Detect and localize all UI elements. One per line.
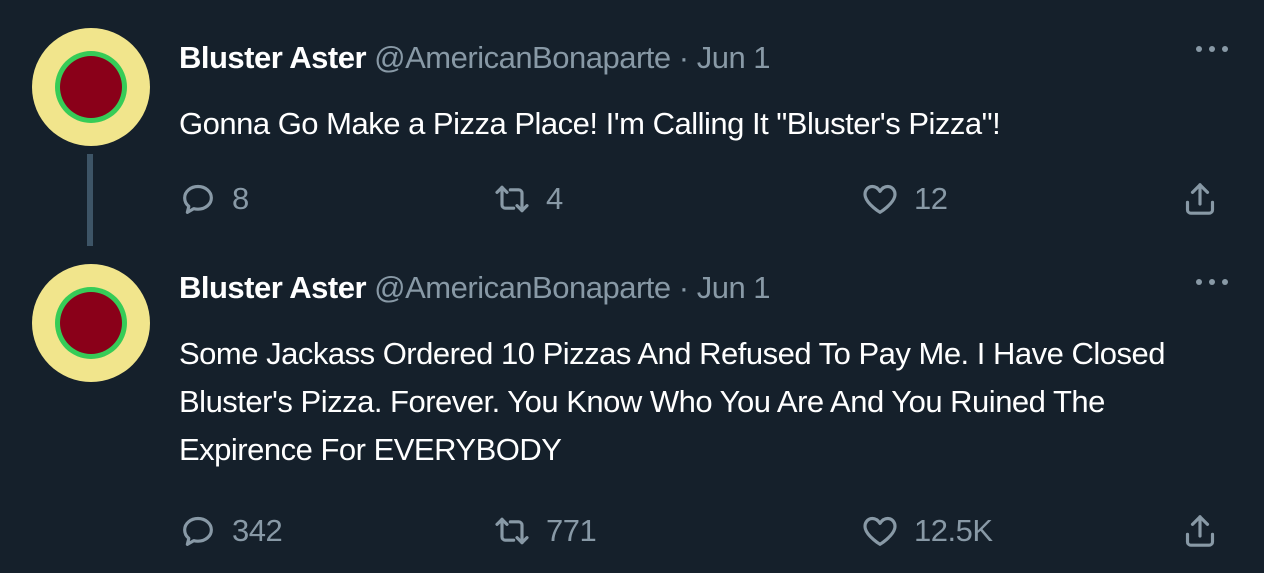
reply-button[interactable]: 342 [178,508,283,554]
avatar[interactable] [32,264,150,382]
author-name[interactable]: Bluster Aster [179,40,367,75]
tweet[interactable]: Bluster Aster @AmericanBonaparte · Jun 1… [0,0,1264,258]
tweet-actions: 342 771 12.5K [0,508,1264,554]
tweet[interactable]: Bluster Aster @AmericanBonaparte · Jun 1… [0,258,1264,573]
avatar[interactable] [32,28,150,146]
author-name[interactable]: Bluster Aster [179,270,367,305]
author-handle[interactable]: @AmericanBonaparte [374,270,671,305]
avatar-core [60,56,122,118]
tweet-header: Bluster Aster @AmericanBonaparte · Jun 1 [179,38,771,78]
share-button[interactable] [1180,508,1220,554]
retweet-icon [495,517,529,545]
author-handle[interactable]: @AmericanBonaparte [374,40,671,75]
reply-icon [183,184,213,214]
tweet-header: Bluster Aster @AmericanBonaparte · Jun 1 [179,268,771,308]
reply-icon [183,516,213,546]
like-count: 12.5K [914,513,993,548]
retweet-button[interactable]: 4 [492,176,563,222]
reply-count: 342 [232,513,283,548]
tweet-date[interactable]: Jun 1 [697,40,771,75]
like-count: 12 [914,181,948,216]
avatar-core [60,292,122,354]
retweet-count: 4 [546,181,563,216]
header-separator: · [678,40,689,75]
share-icon [1185,183,1215,215]
tweet-text: Gonna Go Make a Pizza Place! I'm Calling… [179,106,1001,141]
share-button[interactable] [1180,176,1220,222]
tweet-text: Some Jackass Ordered 10 Pizzas And Refus… [179,336,1166,467]
tweet-actions: 8 4 12 [0,176,1264,222]
like-button[interactable]: 12.5K [860,508,993,554]
header-separator: · [678,270,689,305]
more-icon[interactable] [1196,277,1228,287]
reply-button[interactable]: 8 [178,176,249,222]
reply-count: 8 [232,181,249,216]
retweet-count: 771 [546,513,597,548]
like-button[interactable]: 12 [860,176,948,222]
heart-icon [863,516,897,546]
tweet-date[interactable]: Jun 1 [697,270,771,305]
retweet-icon [495,185,529,213]
heart-icon [863,184,897,214]
share-icon [1185,515,1215,547]
more-icon[interactable] [1196,44,1228,54]
retweet-button[interactable]: 771 [492,508,597,554]
